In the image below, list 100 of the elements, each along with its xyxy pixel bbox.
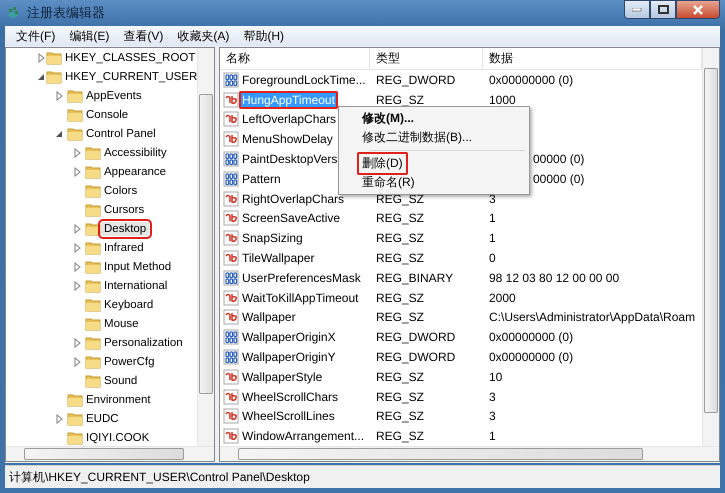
value-name[interactable]: WheelScrollChars xyxy=(239,388,342,406)
string-value-icon xyxy=(223,388,239,405)
expand-arrow-icon[interactable] xyxy=(73,338,82,348)
expand-arrow-icon[interactable] xyxy=(73,224,82,234)
string-value-icon xyxy=(223,250,239,266)
column-header[interactable]: 类型 xyxy=(370,48,483,69)
value-name[interactable]: ForegroundLockTime... xyxy=(239,70,369,89)
expand-arrow-icon[interactable] xyxy=(73,166,82,176)
value-name[interactable]: MenuShowDelay xyxy=(239,130,336,148)
vertical-scrollbar[interactable] xyxy=(702,48,719,446)
value-name[interactable]: ScreenSaveActive xyxy=(239,209,344,228)
tree-item[interactable]: Environment xyxy=(83,392,154,406)
menu-item[interactable]: 文件(F) xyxy=(9,28,62,44)
collapse-arrow-icon[interactable] xyxy=(55,128,64,138)
tree-item[interactable]: Cursors xyxy=(101,202,148,216)
value-type: REG_SZ xyxy=(376,92,424,107)
value-name[interactable]: LeftOverlapChars xyxy=(239,110,340,128)
menu-item[interactable]: 帮助(H) xyxy=(236,28,291,44)
expand-arrow-icon[interactable] xyxy=(73,262,82,272)
expand-arrow-icon[interactable] xyxy=(73,280,82,290)
tree-item[interactable]: International xyxy=(101,278,170,292)
folder-icon xyxy=(85,316,101,330)
value-data: 1 xyxy=(489,211,496,226)
expand-arrow-icon[interactable] xyxy=(55,90,64,100)
value-name[interactable]: Pattern xyxy=(239,170,284,188)
horizontal-scrollbar[interactable] xyxy=(220,446,719,461)
expand-arrow-icon[interactable] xyxy=(73,356,82,366)
horizontal-scrollbar[interactable] xyxy=(6,446,214,461)
value-type: REG_SZ xyxy=(376,231,424,246)
tree-item[interactable]: Desktop xyxy=(101,222,150,236)
value-data: C:\Users\Administrator\AppData\Roam xyxy=(489,310,696,324)
value-name[interactable]: PaintDesktopVers xyxy=(239,150,340,168)
tree-item[interactable]: Personalization xyxy=(101,336,186,350)
collapse-arrow-icon[interactable] xyxy=(37,72,46,82)
tree-item[interactable]: Appearance xyxy=(101,164,170,178)
folder-icon xyxy=(85,202,101,216)
vertical-scrollbar[interactable] xyxy=(197,48,214,446)
value-name[interactable]: TileWallpaper xyxy=(239,249,318,268)
value-data: 1 xyxy=(489,231,496,246)
string-value-icon xyxy=(223,111,239,128)
folder-icon xyxy=(85,298,101,312)
menu-item[interactable]: 编辑(E) xyxy=(62,28,116,44)
expand-arrow-icon[interactable] xyxy=(73,148,82,158)
value-name[interactable]: WallpaperOriginY xyxy=(239,348,339,366)
value-name[interactable]: RightOverlapChars xyxy=(239,190,348,208)
expand-arrow-icon[interactable] xyxy=(37,52,46,62)
value-name[interactable]: WallpaperStyle xyxy=(239,368,326,386)
value-data: 00000 (0) xyxy=(533,172,584,186)
folder-icon xyxy=(85,164,101,178)
tree-item[interactable]: Keyboard xyxy=(101,298,156,312)
maximize-button[interactable] xyxy=(650,0,676,19)
value-type: REG_SZ xyxy=(376,251,424,266)
value-type: REG_SZ xyxy=(376,429,424,444)
value-type: REG_SZ xyxy=(376,390,424,404)
value-name[interactable]: UserPreferencesMask xyxy=(239,268,364,287)
value-name[interactable]: WheelScrollLines xyxy=(239,407,338,426)
tree-item[interactable]: Mouse xyxy=(101,316,142,330)
tree-item[interactable]: Sound xyxy=(101,374,140,388)
value-name[interactable]: SnapSizing xyxy=(239,229,306,248)
value-data: 1 xyxy=(489,429,496,444)
value-name[interactable]: Wallpaper xyxy=(239,308,299,326)
value-name[interactable]: WaitToKillAppTimeout xyxy=(239,288,362,307)
string-value-icon xyxy=(223,131,239,148)
binary-value-icon xyxy=(223,329,239,346)
binary-value-icon xyxy=(223,349,239,366)
folder-icon xyxy=(67,88,83,102)
tree-item[interactable]: EUDC xyxy=(83,412,122,426)
tree-item[interactable]: HKEY_CURRENT_USER xyxy=(62,70,197,84)
tree-item[interactable]: Console xyxy=(83,108,132,122)
string-value-icon xyxy=(223,190,239,207)
menu-item[interactable]: 查看(V) xyxy=(116,28,170,44)
tree-item[interactable]: PowerCfg xyxy=(101,354,158,368)
tree-item[interactable]: Accessibility xyxy=(101,146,170,160)
status-path: 计算机\HKEY_CURRENT_USER\Control Panel\Desktop xyxy=(9,468,310,486)
folder-icon xyxy=(85,184,101,198)
value-name[interactable]: WallpaperOriginX xyxy=(239,328,339,346)
tree-item[interactable]: HKEY_CLASSES_ROOT xyxy=(62,50,197,64)
tree-item[interactable]: Colors xyxy=(101,184,140,198)
minimize-button[interactable] xyxy=(624,0,650,19)
folder-icon xyxy=(85,146,101,160)
tree-item[interactable]: Infrared xyxy=(101,240,147,254)
value-data: 1000 xyxy=(489,92,516,107)
tree-item[interactable]: IQIYI.COOK xyxy=(83,430,152,444)
value-name[interactable]: WindowArrangement... xyxy=(239,427,368,446)
tree-item[interactable]: Control Panel xyxy=(83,126,159,140)
value-type: REG_SZ xyxy=(376,211,424,226)
menu-item[interactable]: 收藏夹(A) xyxy=(170,28,236,44)
folder-icon xyxy=(46,50,62,64)
value-data: 98 12 03 80 12 00 00 00 xyxy=(489,270,620,285)
string-value-icon xyxy=(223,428,239,444)
string-value-icon xyxy=(223,290,239,306)
value-type: REG_SZ xyxy=(376,409,424,424)
context-menu-item[interactable]: 删除(D) xyxy=(357,152,408,175)
expand-arrow-icon[interactable] xyxy=(55,414,64,424)
column-header[interactable]: 名称 xyxy=(220,48,370,69)
tree-item[interactable]: AppEvents xyxy=(83,88,145,102)
expand-arrow-icon[interactable] xyxy=(73,242,82,252)
tree-item[interactable]: Input Method xyxy=(101,260,174,274)
folder-icon xyxy=(85,354,101,368)
close-button[interactable] xyxy=(676,0,720,19)
